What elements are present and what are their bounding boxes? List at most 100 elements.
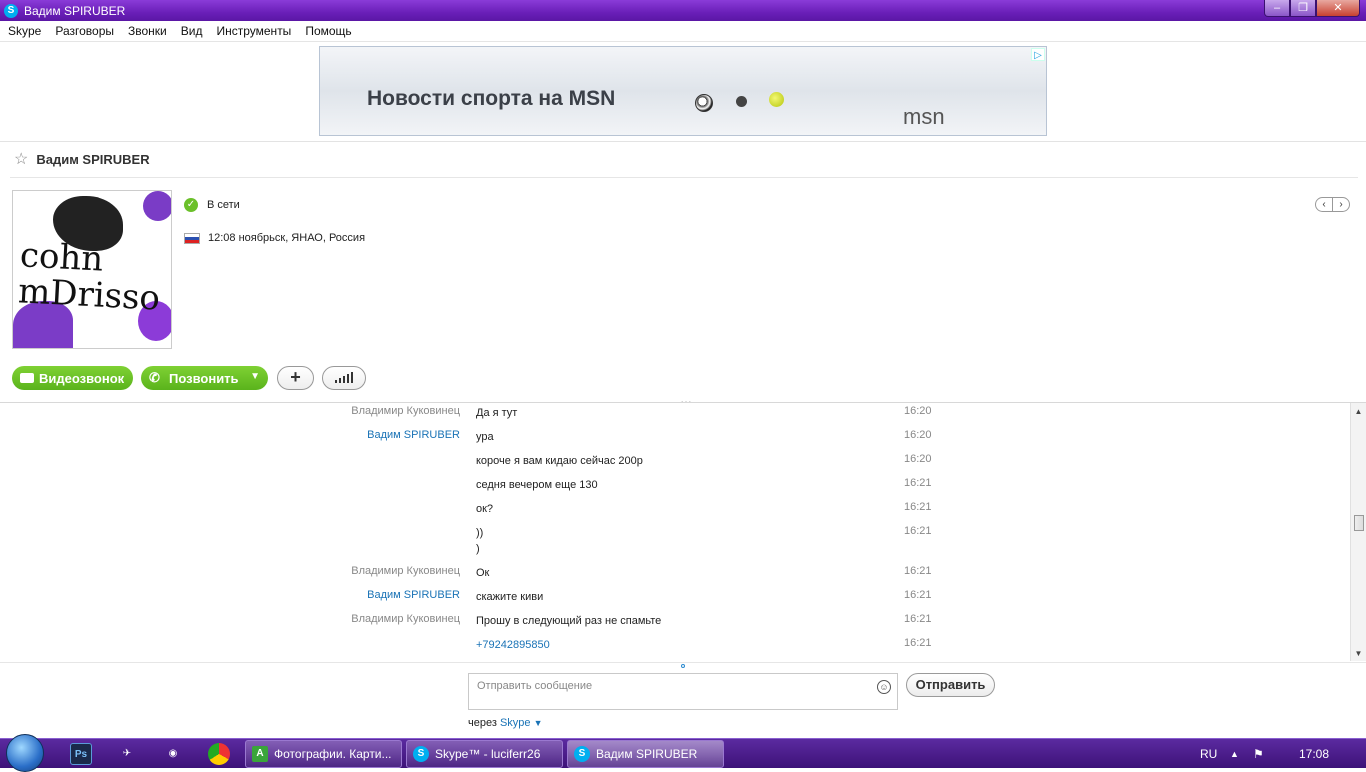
call-label: Позвонить (169, 370, 239, 386)
message-sender[interactable]: Владимир Куковинец (351, 613, 460, 625)
photoshop-icon[interactable]: Ps (70, 743, 92, 765)
message-text: ок? (476, 503, 494, 515)
chevron-down-icon[interactable]: ▼ (534, 718, 543, 728)
message-text: седня вечером еще 130 (476, 479, 598, 491)
local-time-location: 12:08 ноябрьск, ЯНАО, Россия (208, 232, 366, 244)
contact-locale: 12:08 ноябрьск, ЯНАО, Россия (184, 232, 365, 244)
window-controls: – ❐ ✕ (1264, 0, 1360, 17)
window-title: Вадим SPIRUBER (24, 3, 126, 18)
status-label: В сети (207, 199, 240, 211)
menu-tools[interactable]: Инструменты (216, 24, 291, 38)
skype-icon: S (4, 3, 18, 18)
message-text: короче я вам кидаю сейчас 200р (476, 455, 643, 467)
message-text: Прошу в следующий раз не спамьте (476, 615, 662, 627)
avatar-text: cohn mDrisso (17, 235, 162, 319)
message-time: 16:21 (904, 637, 932, 649)
menu-bar: Skype Разговоры Звонки Вид Инструменты П… (0, 21, 1366, 42)
message-input-placeholder: Отправить сообщение (477, 680, 593, 692)
skype-icon: S (413, 746, 429, 762)
signal-bar (351, 372, 353, 383)
message-time: 16:20 (904, 429, 932, 441)
taskbar-item-chat[interactable]: S Вадим SPIRUBER (567, 740, 724, 768)
signal-bar (347, 374, 349, 383)
language-indicator[interactable]: RU (1200, 739, 1217, 769)
message-time: 16:21 (904, 613, 932, 625)
phone-number-link[interactable]: +79242895850 (476, 637, 550, 653)
emoticon-icon[interactable]: ☺ (877, 680, 891, 694)
video-call-button[interactable]: Видеозвонок (12, 366, 133, 390)
chevron-right-icon[interactable]: › (1333, 198, 1349, 211)
adchoices-icon[interactable]: ▷ (1031, 48, 1045, 61)
scroll-up-arrow[interactable]: ▲ (1351, 405, 1366, 419)
ad-text: Новости спорта на MSN (367, 87, 616, 110)
russia-flag-icon (184, 232, 200, 244)
skype-icon: S (574, 746, 590, 762)
message-sender[interactable]: Вадим SPIRUBER (367, 429, 460, 441)
message-sender[interactable]: Вадим SPIRUBER (367, 589, 460, 601)
chevron-down-icon[interactable]: ▼ (250, 371, 260, 382)
tray-expand-icon[interactable]: ▲ (1230, 739, 1239, 769)
action-center-flag-icon[interactable]: ⚑ (1253, 739, 1264, 769)
message-sender[interactable]: Владимир Куковинец (351, 405, 460, 417)
close-button[interactable]: ✕ (1316, 0, 1360, 17)
avatar[interactable]: cohn mDrisso (12, 190, 172, 349)
plane-icon[interactable]: ✈ (116, 743, 138, 765)
maximize-button[interactable]: ❐ (1290, 0, 1316, 17)
add-button[interactable]: + (277, 366, 314, 390)
send-button[interactable]: Отправить (906, 673, 995, 697)
message-text: ура (476, 431, 494, 443)
message-text: Да я тут (476, 407, 518, 419)
typing-indicator (681, 664, 685, 668)
message-time: 16:20 (904, 453, 932, 465)
chrome-icon[interactable] (208, 743, 230, 765)
taskbar-item-photos[interactable]: A Фотографии. Карти... (245, 740, 402, 768)
camera-icon (20, 373, 34, 383)
title-bar: S Вадим SPIRUBER – ❐ ✕ (0, 0, 1366, 21)
message-time: 16:21 (904, 589, 932, 601)
message-sender[interactable]: Владимир Куковинец (351, 565, 460, 577)
chevron-left-icon[interactable]: ‹ (1316, 198, 1333, 211)
scroll-thumb[interactable] (1354, 515, 1364, 531)
menu-conversations[interactable]: Разговоры (55, 24, 114, 38)
avatar-ink-blot (143, 191, 171, 221)
divider (0, 141, 1366, 142)
divider (10, 177, 1358, 178)
message-input[interactable]: Отправить сообщение ☺ (468, 673, 898, 710)
star-icon[interactable]: ☆ (14, 149, 28, 169)
taskbar-item-label: Skype™ - luciferr26 (435, 747, 541, 761)
clock[interactable]: 17:08 (1299, 739, 1329, 769)
ad-banner[interactable]: Новости спорта на MSN msn ▷ (319, 46, 1047, 136)
game-icon[interactable]: ◉ (162, 743, 184, 765)
menu-view[interactable]: Вид (181, 24, 203, 38)
menu-skype[interactable]: Skype (8, 24, 41, 38)
via-skype-dropdown[interactable]: Skype (500, 717, 531, 729)
signal-bar (343, 376, 345, 383)
menu-calls[interactable]: Звонки (128, 24, 167, 38)
message-time: 16:21 (904, 565, 932, 577)
start-button[interactable] (6, 734, 44, 772)
message-text: )) ) (476, 527, 484, 555)
call-quality-button[interactable] (322, 366, 366, 390)
message-text: скажите киви (476, 591, 544, 603)
minimize-button[interactable]: – (1264, 0, 1290, 17)
online-status-icon: ✓ (184, 198, 198, 212)
divider (0, 662, 1366, 663)
taskbar-item-skype-main[interactable]: S Skype™ - luciferr26 (406, 740, 563, 768)
tennis-ball-icon (769, 92, 784, 107)
message-text: Ок (476, 567, 490, 579)
message-time: 16:21 (904, 477, 932, 489)
message-time: 16:21 (904, 525, 932, 537)
signal-bar (335, 380, 337, 383)
taskbar-item-label: Вадим SPIRUBER (596, 747, 698, 761)
chat-scrollbar[interactable]: ▲ ▼ (1350, 403, 1366, 661)
menu-help[interactable]: Помощь (305, 24, 351, 38)
call-button[interactable]: ✆ Позвонить ▼ (141, 366, 268, 390)
message-time: 16:21 (904, 501, 932, 513)
contact-header: ☆ Вадим SPIRUBER (14, 149, 150, 169)
message-time: 16:20 (904, 405, 932, 417)
app-a-icon: A (252, 746, 268, 762)
scroll-down-arrow[interactable]: ▼ (1351, 647, 1366, 661)
profile-nav: ‹ › (1315, 197, 1350, 212)
soccer-ball-icon (695, 94, 713, 112)
presence-status: ✓ В сети (184, 198, 240, 212)
